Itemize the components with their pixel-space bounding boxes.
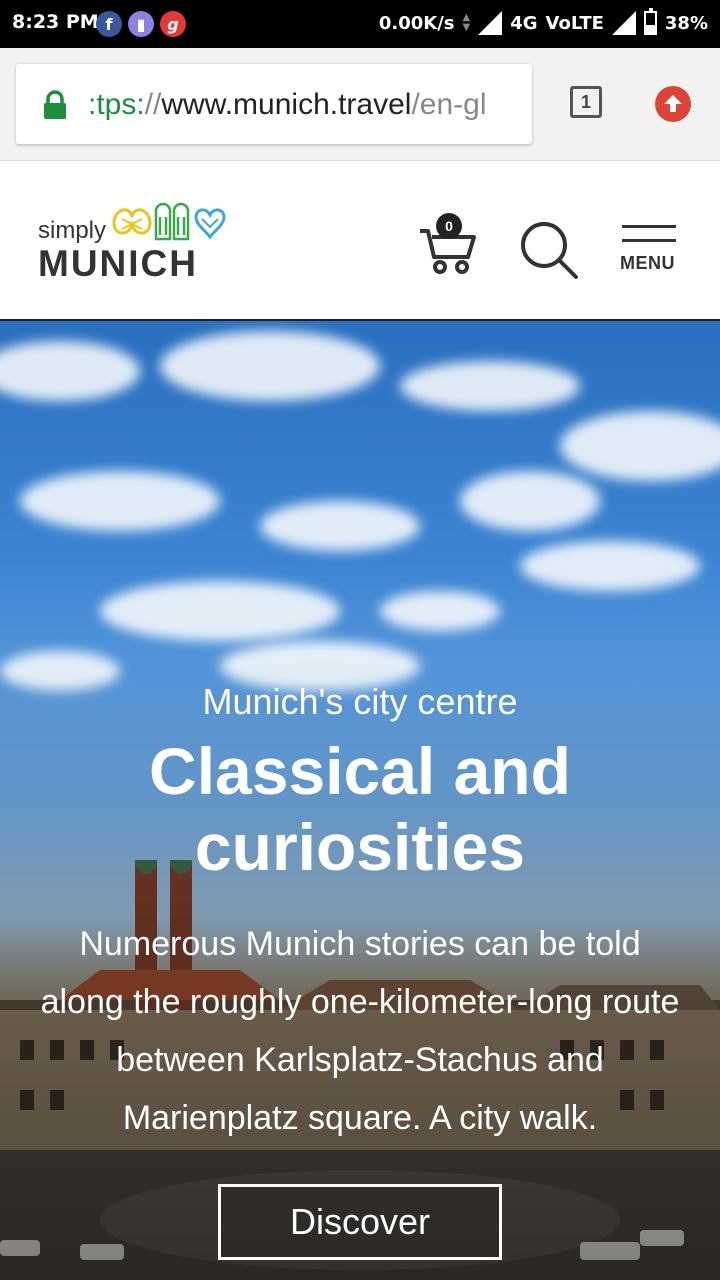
search-icon[interactable]	[518, 219, 580, 281]
net-speed: 0.00K/s	[378, 12, 455, 34]
battery-percent: 38%	[664, 12, 708, 34]
site-header: simply MUNICH 0 MENU	[0, 161, 720, 321]
update-arrow-icon[interactable]	[655, 86, 691, 122]
status-indicators: 0.00K/s ▲ ▼ 4G VoLTE 38%	[378, 8, 708, 35]
hero-title: Classical and curiosities	[149, 734, 571, 884]
messenger-icon: ▮	[128, 11, 154, 37]
tab-count: 1	[580, 91, 591, 112]
url-scheme: :tps:	[88, 88, 145, 121]
url-host: www.munich.travel	[161, 88, 412, 121]
signal-icon-2	[611, 11, 636, 35]
url-separator: //	[144, 88, 162, 121]
logo-big-text: MUNICH	[38, 243, 198, 284]
cart-count-badge: 0	[436, 213, 462, 239]
status-bar: 8:23 PM f ▮ g 0.00K/s ▲ ▼ 4G VoLTE 38%	[0, 0, 720, 48]
browser-toolbar: :tps://www.munich.travel/en-gl 1	[0, 48, 720, 161]
facebook-icon: f	[96, 11, 122, 37]
network-type: 4G	[510, 12, 538, 34]
data-arrows-icon: ▲ ▼	[462, 12, 471, 33]
battery-icon	[643, 8, 657, 35]
hero-description: Numerous Munich stories can be told alon…	[40, 925, 680, 1137]
lock-icon	[44, 90, 66, 119]
discover-button[interactable]: Discover	[218, 1184, 502, 1260]
menu-label: MENU	[620, 253, 675, 273]
hero-banner: Munich's city centre Classical and curio…	[0, 321, 720, 1280]
status-time: 8:23 PM	[12, 11, 99, 33]
simply-munich-logo[interactable]: simply MUNICH	[38, 195, 238, 285]
url-text[interactable]: :tps://www.munich.travel/en-gl	[88, 88, 487, 122]
hero-kicker: Munich's city centre	[202, 681, 518, 722]
menu-button[interactable]: MENU	[618, 225, 680, 275]
gaana-icon: g	[160, 11, 186, 37]
logo-small-text: simply	[38, 217, 107, 244]
url-path: /en-gl	[411, 88, 487, 121]
logo-marks-icon	[112, 202, 226, 241]
discover-label: Discover	[289, 1201, 431, 1242]
signal-icon	[478, 11, 503, 35]
cart-count: 0	[445, 218, 453, 234]
address-bar[interactable]: :tps://www.munich.travel/en-gl	[16, 64, 532, 144]
volte-label: VoLTE	[545, 12, 604, 34]
tabs-button[interactable]: 1	[570, 86, 602, 118]
hamburger-icon	[622, 225, 676, 228]
